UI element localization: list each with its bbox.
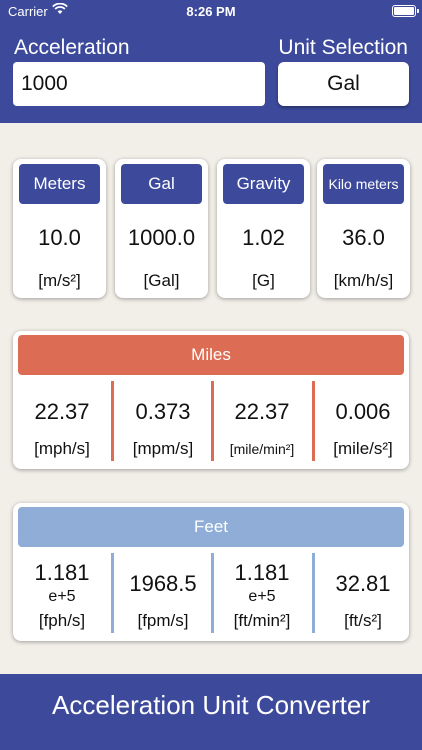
miles-item: 22.37 [mile/min²] — [213, 381, 311, 463]
feet-item: 32.81 [ft/s²] — [314, 553, 412, 635]
feet-unit: [fph/s] — [38, 611, 86, 630]
feet-item: 1968.5 [fpm/s] — [114, 553, 212, 635]
acceleration-label: Acceleration — [14, 36, 130, 59]
unit-selection-button[interactable]: Gal — [278, 62, 409, 106]
kilometers-header: Kilo meters — [323, 164, 404, 204]
miles-value: 22.37 — [34, 399, 90, 424]
meters-header: Meters — [19, 164, 100, 204]
gravity-unit: [G] — [252, 271, 275, 290]
feet-unit: [ft/s²] — [344, 611, 382, 630]
feet-exponent: e+5 — [48, 588, 76, 605]
meters-card: Meters 10.0 [m/s²] — [13, 159, 106, 298]
feet-item: 1.181 e+5 [ft/min²] — [213, 553, 311, 635]
gal-unit: [Gal] — [143, 271, 180, 290]
unit-selection-label: Unit Selection — [278, 36, 408, 59]
feet-unit: [ft/min²] — [233, 611, 291, 630]
feet-exponent: e+5 — [248, 588, 276, 605]
gal-card: Gal 1000.0 [Gal] — [115, 159, 208, 298]
miles-item: 22.37 [mph/s] — [13, 381, 111, 463]
miles-unit: [mile/s²] — [333, 439, 393, 458]
miles-item: 0.006 [mile/s²] — [314, 381, 412, 463]
feet-header: Feet — [18, 507, 404, 547]
gravity-card: Gravity 1.02 [G] — [217, 159, 310, 298]
miles-header: Miles — [18, 335, 404, 375]
feet-value: 1.181 — [34, 560, 90, 585]
meters-value: 10.0 — [38, 225, 81, 250]
feet-panel: Feet 1.181 e+5 [fph/s] 1968.5 [fpm/s] 1.… — [13, 503, 409, 641]
miles-value: 0.373 — [135, 399, 191, 424]
miles-value: 0.006 — [335, 399, 391, 424]
feet-value: 1.181 — [234, 560, 290, 585]
miles-unit: [mph/s] — [34, 439, 90, 458]
battery-icon — [392, 5, 419, 17]
kilometers-unit: [km/h/s] — [333, 271, 394, 290]
gravity-value: 1.02 — [242, 225, 285, 250]
gravity-header: Gravity — [223, 164, 304, 204]
app-title-footer: Acceleration Unit Converter — [0, 674, 422, 750]
gal-header: Gal — [121, 164, 202, 204]
clock: 8:26 PM — [186, 4, 236, 19]
miles-panel: Miles 22.37 [mph/s] 0.373 [mpm/s] 22.37 … — [13, 331, 409, 469]
miles-value: 22.37 — [234, 399, 290, 424]
miles-unit: [mpm/s] — [132, 439, 194, 458]
acceleration-input[interactable] — [13, 62, 265, 106]
meters-unit: [m/s²] — [38, 271, 81, 290]
gal-value: 1000.0 — [127, 225, 196, 250]
miles-unit: [mile/min²] — [229, 441, 295, 457]
kilometers-value: 36.0 — [342, 225, 385, 250]
miles-item: 0.373 [mpm/s] — [114, 381, 212, 463]
kilometers-card: Kilo meters 36.0 [km/h/s] — [317, 159, 410, 298]
feet-value: 1968.5 — [129, 571, 197, 596]
feet-value: 32.81 — [335, 571, 391, 596]
status-bar: Carrier 8:26 PM — [0, 0, 422, 22]
header: Carrier 8:26 PM Acceleration Unit Select… — [0, 0, 422, 123]
feet-item: 1.181 e+5 [fph/s] — [13, 553, 111, 635]
feet-unit: [fpm/s] — [137, 611, 189, 630]
